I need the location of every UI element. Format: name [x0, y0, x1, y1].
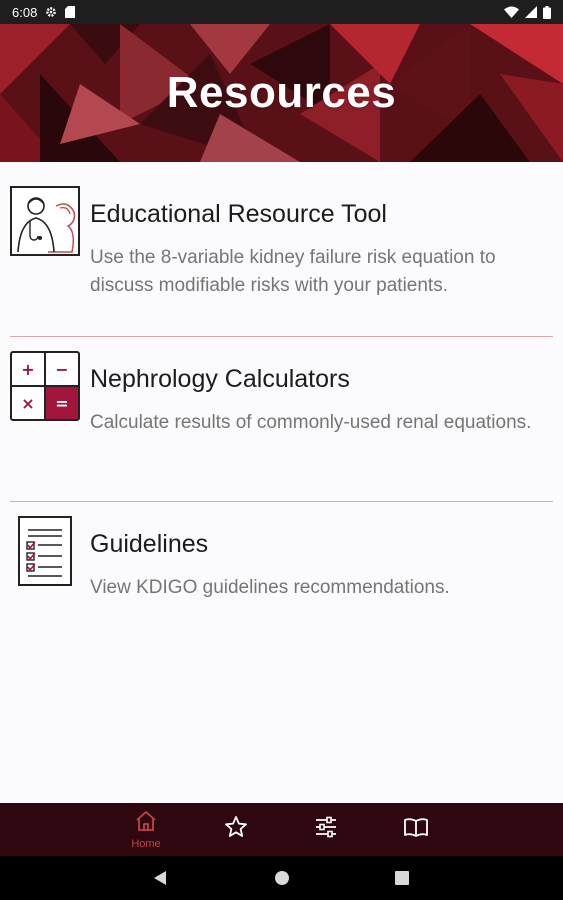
home-icon — [134, 810, 158, 837]
status-bar: 6:08 — [0, 0, 563, 24]
home-circle-icon[interactable] — [260, 856, 304, 900]
wifi-icon — [504, 6, 519, 18]
resource-title: Guidelines — [90, 530, 209, 558]
resource-title: Educational Resource Tool — [90, 200, 387, 228]
resource-description: Use the 8-variable kidney failure risk e… — [90, 247, 496, 296]
battery-icon — [543, 5, 551, 19]
resource-description: Calculate results of commonly-used renal… — [90, 412, 532, 433]
bottom-nav: Home — [0, 803, 563, 856]
sd-card-icon — [65, 6, 76, 18]
resource-title: Nephrology Calculators — [90, 365, 350, 393]
nav-home-label: Home — [131, 837, 161, 850]
cellular-icon — [525, 6, 537, 18]
book-icon — [403, 816, 429, 843]
nav-settings[interactable] — [296, 803, 356, 856]
recents-icon[interactable] — [380, 856, 424, 900]
calc-minus: − — [55, 360, 68, 379]
resource-item-guidelines[interactable]: Guidelines View KDIGO guidelines recomme… — [0, 502, 563, 667]
system-nav-bar — [0, 856, 563, 900]
header-banner: Resources — [0, 24, 563, 162]
calculator-icon: + − × = — [10, 351, 80, 421]
nav-home[interactable]: Home — [116, 803, 176, 856]
nav-library[interactable] — [386, 803, 446, 856]
resource-description: View KDIGO guidelines recommendations. — [90, 577, 450, 598]
calc-plus: + — [21, 360, 34, 379]
page-title: Resources — [166, 68, 397, 117]
star-icon — [224, 815, 248, 844]
back-icon[interactable] — [138, 856, 182, 900]
doctor-patient-icon — [10, 186, 80, 256]
checklist-icon — [10, 516, 80, 586]
calc-equals: = — [55, 394, 68, 413]
sliders-icon — [314, 815, 338, 844]
resource-item-calculators[interactable]: + − × = Nephrology Calculators Calculate… — [0, 337, 563, 502]
calc-times: × — [21, 394, 34, 413]
nav-favorites[interactable] — [206, 803, 266, 856]
gear-icon — [45, 6, 57, 18]
status-time: 6:08 — [12, 4, 38, 20]
resource-item-educational[interactable]: Educational Resource Tool Use the 8-vari… — [0, 172, 563, 337]
resources-list: Educational Resource Tool Use the 8-vari… — [0, 162, 563, 803]
